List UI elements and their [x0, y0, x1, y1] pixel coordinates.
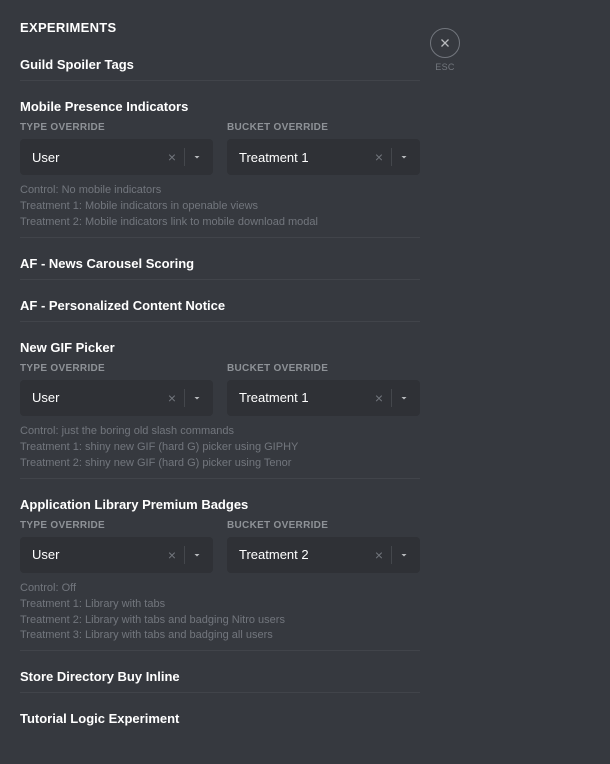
experiment-section: Application Library Premium Badges TYPE … [20, 497, 420, 652]
experiment-title: Guild Spoiler Tags [20, 57, 420, 72]
type-override-label: TYPE OVERRIDE [20, 122, 213, 133]
experiment-section: Tutorial Logic Experiment [20, 711, 420, 726]
experiment-section: AF - Personalized Content Notice [20, 298, 420, 322]
select-separator [391, 148, 392, 166]
desc-line: Control: Off [20, 581, 420, 597]
esc-label: ESC [430, 62, 460, 72]
close-icon [439, 37, 451, 49]
select-value: Treatment 1 [239, 390, 371, 405]
experiment-title: Tutorial Logic Experiment [20, 711, 420, 726]
desc-line: Treatment 3: Library with tabs and badgi… [20, 628, 420, 644]
divider [20, 279, 420, 280]
select-separator [391, 546, 392, 564]
chevron-down-icon [396, 392, 412, 404]
select-separator [184, 546, 185, 564]
select-value: Treatment 2 [239, 547, 371, 562]
experiment-section: New GIF Picker TYPE OVERRIDE User × BUCK… [20, 340, 420, 479]
clear-icon[interactable]: × [371, 390, 387, 406]
desc-line: Treatment 2: Library with tabs and badgi… [20, 613, 420, 629]
chevron-down-icon [189, 151, 205, 163]
experiment-description: Control: Off Treatment 1: Library with t… [20, 581, 420, 645]
select-separator [391, 389, 392, 407]
type-override-label: TYPE OVERRIDE [20, 520, 213, 531]
clear-icon[interactable]: × [371, 547, 387, 563]
clear-icon[interactable]: × [164, 390, 180, 406]
chevron-down-icon [189, 549, 205, 561]
experiment-description: Control: just the boring old slash comma… [20, 424, 420, 472]
bucket-override-select[interactable]: Treatment 1 × [227, 380, 420, 416]
bucket-override-label: BUCKET OVERRIDE [227, 363, 420, 374]
experiment-section: Store Directory Buy Inline [20, 669, 420, 693]
bucket-override-select[interactable]: Treatment 2 × [227, 537, 420, 573]
type-override-select[interactable]: User × [20, 537, 213, 573]
desc-line: Control: No mobile indicators [20, 183, 420, 199]
select-separator [184, 148, 185, 166]
desc-line: Treatment 1: Mobile indicators in openab… [20, 199, 420, 215]
experiment-title: AF - News Carousel Scoring [20, 256, 420, 271]
type-override-select[interactable]: User × [20, 139, 213, 175]
chevron-down-icon [396, 549, 412, 561]
bucket-override-label: BUCKET OVERRIDE [227, 520, 420, 531]
bucket-override-select[interactable]: Treatment 1 × [227, 139, 420, 175]
desc-line: Treatment 1: shiny new GIF (hard G) pick… [20, 440, 420, 456]
close-panel: ESC [430, 28, 460, 72]
divider [20, 650, 420, 651]
bucket-override-label: BUCKET OVERRIDE [227, 122, 420, 133]
divider [20, 692, 420, 693]
divider [20, 237, 420, 238]
clear-icon[interactable]: × [164, 149, 180, 165]
desc-line: Treatment 2: shiny new GIF (hard G) pick… [20, 456, 420, 472]
experiments-content: EXPERIMENTS Guild Spoiler Tags Mobile Pr… [0, 0, 440, 764]
select-separator [184, 389, 185, 407]
select-value: User [32, 390, 164, 405]
divider [20, 80, 420, 81]
experiment-section: Guild Spoiler Tags [20, 57, 420, 81]
experiment-title: Store Directory Buy Inline [20, 669, 420, 684]
experiment-section: Mobile Presence Indicators TYPE OVERRIDE… [20, 99, 420, 238]
chevron-down-icon [189, 392, 205, 404]
clear-icon[interactable]: × [371, 149, 387, 165]
page-title: EXPERIMENTS [20, 20, 420, 35]
close-button[interactable] [430, 28, 460, 58]
select-value: User [32, 547, 164, 562]
divider [20, 478, 420, 479]
select-value: Treatment 1 [239, 150, 371, 165]
experiment-description: Control: No mobile indicators Treatment … [20, 183, 420, 231]
experiment-title: AF - Personalized Content Notice [20, 298, 420, 313]
divider [20, 321, 420, 322]
type-override-label: TYPE OVERRIDE [20, 363, 213, 374]
desc-line: Treatment 1: Library with tabs [20, 597, 420, 613]
experiment-title: New GIF Picker [20, 340, 420, 355]
chevron-down-icon [396, 151, 412, 163]
experiment-title: Application Library Premium Badges [20, 497, 420, 512]
type-override-select[interactable]: User × [20, 380, 213, 416]
clear-icon[interactable]: × [164, 547, 180, 563]
desc-line: Control: just the boring old slash comma… [20, 424, 420, 440]
select-value: User [32, 150, 164, 165]
experiment-section: AF - News Carousel Scoring [20, 256, 420, 280]
experiment-title: Mobile Presence Indicators [20, 99, 420, 114]
desc-line: Treatment 2: Mobile indicators link to m… [20, 215, 420, 231]
